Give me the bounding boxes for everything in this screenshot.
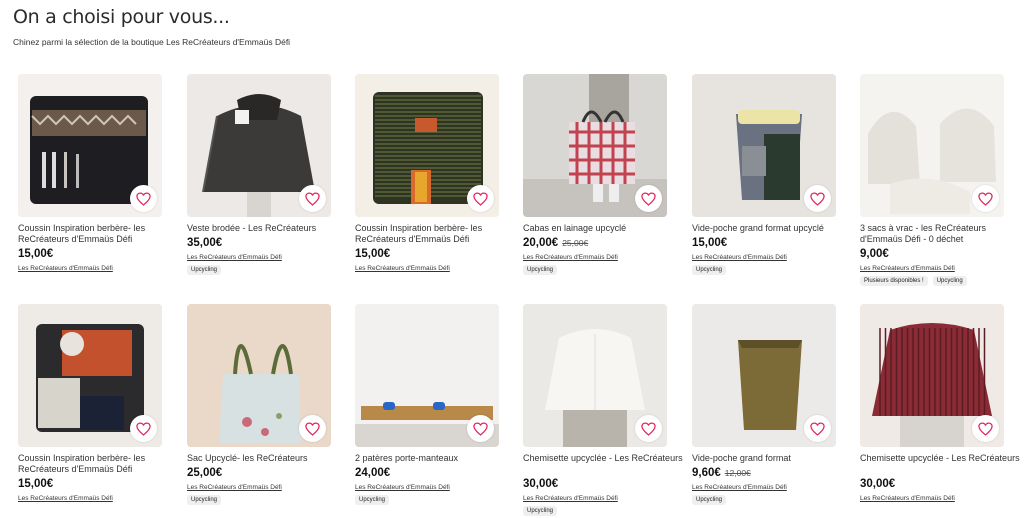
product-name[interactable]: Vide-poche grand format [692,453,860,464]
current-price: 15,00€ [692,237,728,249]
product-price: 15,00€ [692,237,727,249]
product-price: 20,00€ 25,00€ [523,237,588,249]
old-price: 25,00€ [562,238,589,248]
tag-badge: Upcycling [692,495,727,505]
tag-badge: Upcycling [355,495,390,505]
product-name[interactable]: Chemisette upcyclée - Les ReCréateurs [860,453,1024,464]
heart-outline-icon [641,421,656,436]
product-price: 15,00€ [18,248,53,260]
heart-outline-icon [810,421,825,436]
favorite-button[interactable] [804,185,831,212]
shop-link[interactable]: Les ReCréateurs d'Emmaüs Défi [18,265,113,272]
product-price: 25,00€ [187,467,222,479]
shop-link[interactable]: Les ReCréateurs d'Emmaüs Défi [187,254,282,261]
shop-link[interactable]: Les ReCréateurs d'Emmaüs Défi [692,484,787,491]
product-name[interactable]: Coussin Inspiration berbère- les ReCréat… [355,223,523,245]
tag-list: Plusieurs disponibles ! Upcycling [860,276,967,286]
favorite-button[interactable] [467,185,494,212]
product-name[interactable]: Sac Upcyclé- les ReCréateurs [187,453,355,464]
current-price: 20,00€ [523,237,559,249]
current-price: 30,00€ [860,478,896,490]
shop-link[interactable]: Les ReCréateurs d'Emmaüs Défi [355,265,450,272]
product-price: 15,00€ [18,478,53,490]
product-name[interactable]: 3 sacs à vrac - les ReCréateurs d'Emmaüs… [860,223,1024,245]
tag-badge: Upcycling [523,265,558,275]
favorite-button[interactable] [299,185,326,212]
heart-outline-icon [810,191,825,206]
current-price: 15,00€ [18,248,54,260]
tag-list: Upcycling [187,495,222,505]
favorite-button[interactable] [635,185,662,212]
product-price: 35,00€ [187,237,222,249]
product-name[interactable]: Coussin Inspiration berbère- les ReCréat… [18,453,186,475]
product-name[interactable]: 2 patères porte-manteaux [355,453,523,464]
tag-badge: Upcycling [187,495,222,505]
heart-outline-icon [473,421,488,436]
shop-link[interactable]: Les ReCréateurs d'Emmaüs Défi [187,484,282,491]
heart-outline-icon [473,191,488,206]
current-price: 9,60€ [692,467,721,479]
product-price: 15,00€ [355,248,390,260]
shop-link[interactable]: Les ReCréateurs d'Emmaüs Défi [692,254,787,261]
shop-link[interactable]: Les ReCréateurs d'Emmaüs Défi [523,254,618,261]
heart-outline-icon [305,421,320,436]
favorite-button[interactable] [130,185,157,212]
shop-link[interactable]: Les ReCréateurs d'Emmaüs Défi [523,495,618,502]
current-price: 30,00€ [523,478,559,490]
product-name[interactable]: Cabas en lainage upcyclé [523,223,691,234]
heart-outline-icon [136,421,151,436]
current-price: 25,00€ [187,467,223,479]
favorite-button[interactable] [804,415,831,442]
favorite-button[interactable] [299,415,326,442]
tag-list: Upcycling [692,265,727,275]
tag-badge: Upcycling [692,265,727,275]
product-price: 9,00€ [860,248,889,260]
current-price: 24,00€ [355,467,391,479]
favorite-button[interactable] [972,185,999,212]
favorite-button[interactable] [635,415,662,442]
current-price: 15,00€ [18,478,54,490]
current-price: 9,00€ [860,248,889,260]
tag-badge: Upcycling [187,265,222,275]
current-price: 15,00€ [355,248,391,260]
heart-outline-icon [136,191,151,206]
product-price: 24,00€ [355,467,390,479]
tag-list: Upcycling [523,506,558,516]
product-price: 30,00€ [860,478,895,490]
heart-outline-icon [978,191,993,206]
heart-outline-icon [305,191,320,206]
product-price: 30,00€ [523,478,558,490]
section-title: On a choisi pour vous... [13,6,230,28]
product-name[interactable]: Chemisette upcyclée - Les ReCréateurs [523,453,691,464]
favorite-button[interactable] [467,415,494,442]
tag-badge: Upcycling [932,276,967,286]
shop-link[interactable]: Les ReCréateurs d'Emmaüs Défi [860,265,955,272]
product-price: 9,60€ 12,00€ [692,467,751,479]
product-name[interactable]: Veste brodée - Les ReCréateurs [187,223,355,234]
heart-outline-icon [978,421,993,436]
shop-link[interactable]: Les ReCréateurs d'Emmaüs Défi [18,495,113,502]
favorite-button[interactable] [130,415,157,442]
tag-list: Upcycling [187,265,222,275]
section-subtitle: Chinez parmi la sélection de la boutique… [13,37,291,47]
shop-link[interactable]: Les ReCréateurs d'Emmaüs Défi [355,484,450,491]
product-name[interactable]: Coussin Inspiration berbère- les ReCréat… [18,223,186,245]
tag-badge: Plusieurs disponibles ! [860,276,928,286]
favorite-button[interactable] [972,415,999,442]
shop-link[interactable]: Les ReCréateurs d'Emmaüs Défi [860,495,955,502]
old-price: 12,00€ [724,468,751,478]
current-price: 35,00€ [187,237,223,249]
tag-list: Upcycling [523,265,558,275]
tag-badge: Upcycling [523,506,558,516]
product-name[interactable]: Vide-poche grand format upcyclé [692,223,860,234]
heart-outline-icon [641,191,656,206]
tag-list: Upcycling [692,495,727,505]
tag-list: Upcycling [355,495,390,505]
